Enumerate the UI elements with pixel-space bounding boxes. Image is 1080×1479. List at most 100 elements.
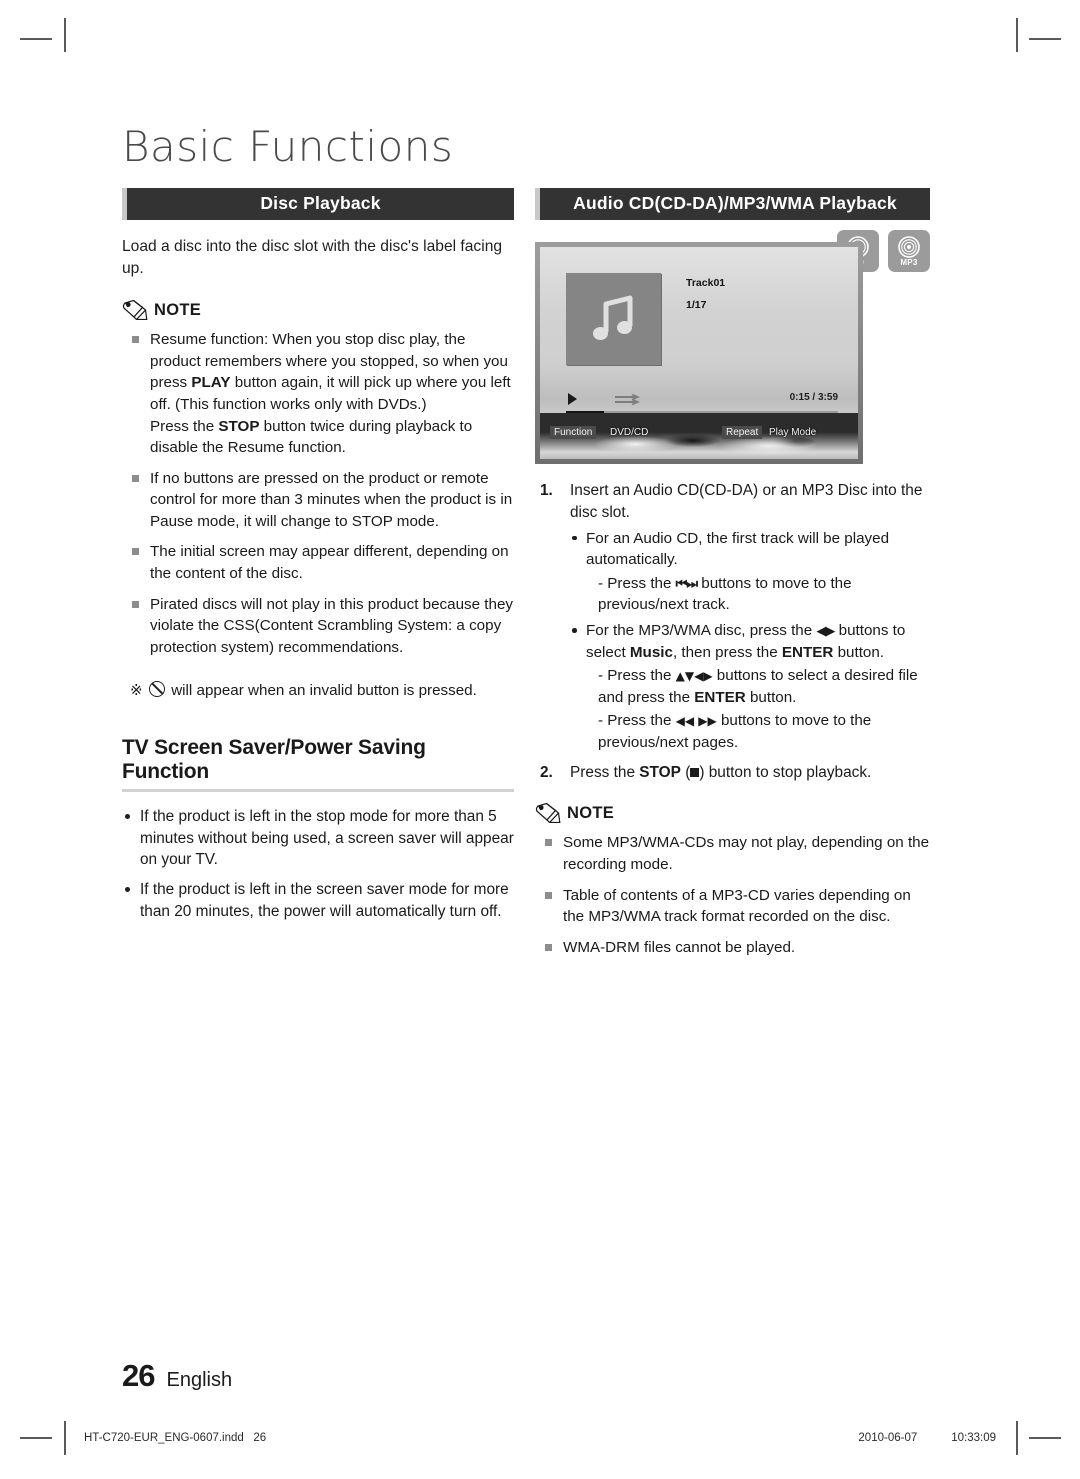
invalid-button-note: ※ will appear when an invalid button is … [122,680,514,701]
crop-mark-top-left-vertical [64,18,66,52]
time-total: 3:59 [817,392,838,403]
print-time: 10:33:09 [951,1432,996,1444]
bullet-square-icon [545,891,552,899]
note-item: Pirated discs will not play in this prod… [122,594,514,659]
crop-mark-top-right-horizontal [1029,38,1061,40]
dash-prefix: - Press the [598,712,676,730]
bullet-bold-music: Music [629,643,673,661]
note-text: If no buttons are pressed on the product… [150,469,513,530]
section-header-audio-cd: Audio CD(CD-DA)/MP3/WMA Playback [535,188,930,220]
note-bold-stop: STOP [218,417,260,435]
note-text: WMA-DRM files cannot be played. [563,938,796,956]
bullet-dot-icon [572,535,577,541]
note-item: Table of contents of a MP3-CD varies dep… [535,885,930,928]
dash-item: - Press the ◀◀ ▶▶ buttons to move to the… [586,710,930,753]
step-number: 2. [540,763,553,781]
note-item: Resume function: When you stop disc play… [122,329,514,458]
left-right-arrow-icon: ◀▶ [816,624,835,640]
step-text-a: Press the [570,763,640,781]
left-column: Disc Playback Load a disc into the disc … [122,188,514,923]
bullet-dot-icon [125,813,130,819]
disc-icon [898,235,920,258]
playback-steps: 1. Insert an Audio CD(CD-DA) or an MP3 D… [535,480,930,783]
crop-mark-top-right-vertical [1016,18,1018,52]
bullet-dot-icon [572,628,577,633]
note-list-right: Some MP3/WMA-CDs may not play, depending… [535,832,930,958]
step-text: Insert an Audio CD(CD-DA) or an MP3 Disc… [570,482,923,521]
print-file-page: 26 [253,1432,267,1444]
dash-list: - Press the ⏮⏭ buttons to move to the pr… [586,573,930,616]
dash-prefix: - Press the [598,667,676,685]
dash-item: - Press the ▲▼◀▶ buttons to select a des… [586,665,930,708]
osd-play-mode-label[interactable]: Play Mode [769,427,816,438]
step-item-2: 2. Press the STOP () button to stop play… [535,762,930,784]
list-item: For the MP3/WMA disc, press the ◀▶ butto… [570,620,930,753]
step-bold-stop: STOP [639,763,681,781]
play-icon [568,393,577,405]
note-text-c: Press the [150,417,219,435]
bullet-square-icon [132,336,139,344]
fast-forward-icon [615,394,640,406]
album-art-placeholder [566,273,661,365]
note-text: Pirated discs will not play in this prod… [150,595,514,656]
dash-list: - Press the ▲▼◀▶ buttons to select a des… [586,665,930,753]
crop-mark-bottom-left-vertical [64,1421,66,1455]
crop-mark-bottom-left-horizontal [20,1437,52,1439]
manual-page: Basic Functions Disc Playback Load a dis… [0,0,1080,1479]
osd-function-label[interactable]: Function [550,426,597,439]
invalid-button-note-text: will appear when an invalid button is pr… [171,682,477,700]
dash-suffix: button. [745,688,797,706]
bullet-text: For an Audio CD, the first track will be… [586,529,890,569]
playback-time: 0:15 / 3:59 [790,392,838,403]
badge-mp3: MP3 [888,230,930,272]
note-item: Some MP3/WMA-CDs may not play, depending… [535,832,930,875]
prohibition-icon [148,681,165,698]
note-heading: NOTE [122,300,514,321]
osd-repeat-label[interactable]: Repeat [722,426,763,439]
crop-mark-top-left-horizontal [20,38,52,40]
note-text: The initial screen may appear different,… [150,543,509,583]
dash-item: - Press the ⏮⏭ buttons to move to the pr… [586,573,930,616]
time-separator: / [812,392,816,403]
note-item: If no buttons are pressed on the product… [122,468,514,533]
time-elapsed: 0:15 [789,392,810,403]
note-item: The initial screen may appear different,… [122,541,514,584]
note-bold-play: PLAY [191,374,231,392]
bullet-text-a: For the MP3/WMA disc, press the [586,622,817,640]
list-item: For an Audio CD, the first track will be… [570,528,930,616]
reference-mark-icon: ※ [130,682,143,700]
bullet-text: If the product is left in the stop mode … [140,807,514,869]
step-item-1: 1. Insert an Audio CD(CD-DA) or an MP3 D… [535,480,930,754]
print-timestamp: 2010-06-07 10:33:09 [858,1432,996,1444]
note-label: NOTE [154,300,202,319]
badge-label: MP3 [900,257,918,267]
dpad-arrows-icon: ▲▼◀▶ [675,669,713,684]
bullet-text-c: , then press the [672,643,782,661]
osd-bottom-bar: Function DVD/CD Repeat Play Mode [540,413,858,459]
crop-mark-bottom-right-vertical [1016,1421,1018,1455]
bullet-text-d: button. [833,643,885,661]
music-note-icon [592,295,632,340]
tv-screen-content: Track01 1/17 0:15 / 3:59 Function DVD/CD… [540,247,858,459]
bullet-text: If the product is left in the screen sav… [140,881,509,921]
page-footer: 26 English [122,1358,232,1394]
stop-square-icon [690,767,700,777]
step-text-b: ( [680,763,691,781]
intro-paragraph: Load a disc into the disc slot with the … [122,238,503,278]
crop-mark-bottom-right-horizontal [1029,1437,1061,1439]
skip-prev-next-icon: ⏮⏭ [675,576,698,592]
dash-prefix: - Press the [598,574,676,592]
note-text: Table of contents of a MP3-CD varies dep… [563,886,911,926]
step-1-bullets: For an Audio CD, the first track will be… [570,528,930,754]
section-header-disc-playback: Disc Playback [122,188,514,220]
note-item: WMA-DRM files cannot be played. [535,937,930,959]
rewind-fastforward-icon: ◀◀ ▶▶ [675,714,717,729]
print-file-info: HT-C720-EUR_ENG-0607.indd 26 [84,1432,266,1444]
step-number: 1. [540,482,553,499]
bullet-bold-enter: ENTER [781,643,834,661]
page-language: English [166,1369,233,1391]
bullet-square-icon [132,474,139,482]
bullet-dot-icon [125,887,130,893]
pencil-icon [535,803,561,824]
bullet-square-icon [132,548,139,556]
